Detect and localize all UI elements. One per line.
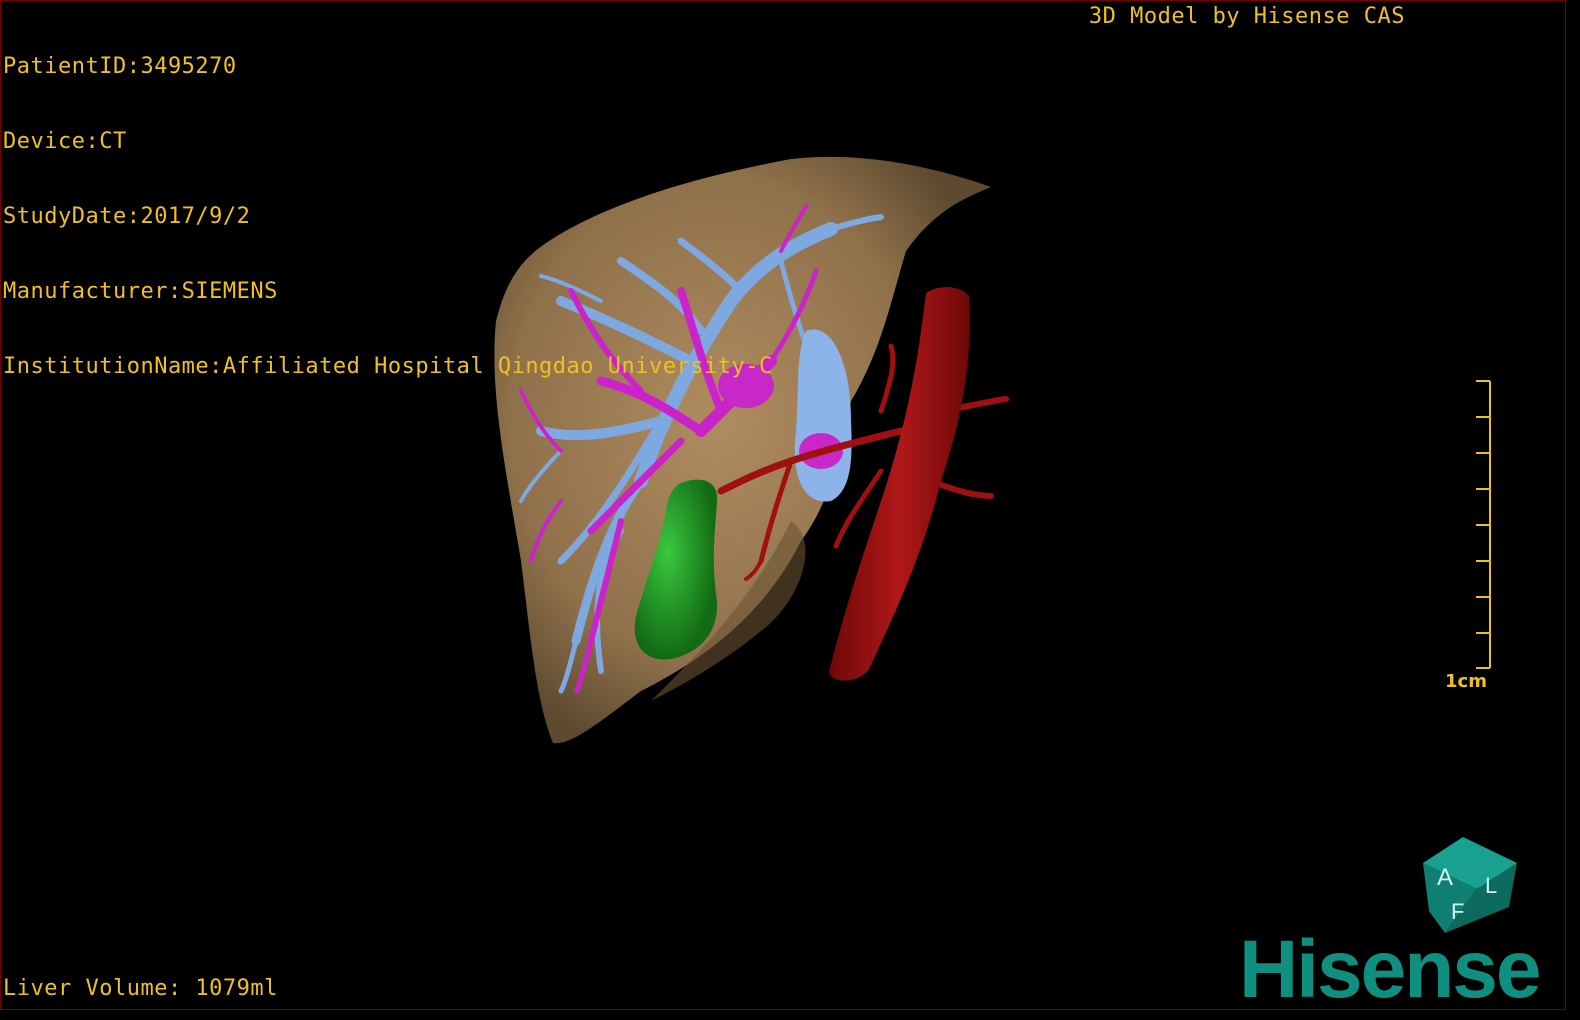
3d-viewport[interactable]: A F L PatientID:3495270 Device:CT StudyD…	[0, 0, 1566, 1010]
cube-face-l: L	[1485, 873, 1497, 898]
patient-id: PatientID:3495270	[3, 54, 237, 79]
device: Device:CT	[3, 129, 127, 154]
manufacturer: Manufacturer:SIEMENS	[3, 279, 278, 304]
model-credit: 3D Model by Hisense CAS	[1088, 4, 1405, 29]
study-date: StudyDate:2017/9/2	[3, 204, 251, 229]
scale-label: 1cm	[1445, 671, 1487, 692]
cube-face-f: F	[1451, 899, 1464, 924]
institution-name: InstitutionName:Affiliated Hospital Qing…	[3, 354, 773, 379]
cube-face-a: A	[1437, 864, 1453, 891]
orientation-cube[interactable]: A F L	[1423, 837, 1517, 933]
scale-bar	[1476, 380, 1491, 669]
liver-volume: Liver Volume: 1079ml	[3, 976, 278, 1001]
hisense-logo: Hisense	[1239, 924, 1542, 1010]
study-info: PatientID:3495270 Device:CT StudyDate:20…	[3, 4, 773, 429]
